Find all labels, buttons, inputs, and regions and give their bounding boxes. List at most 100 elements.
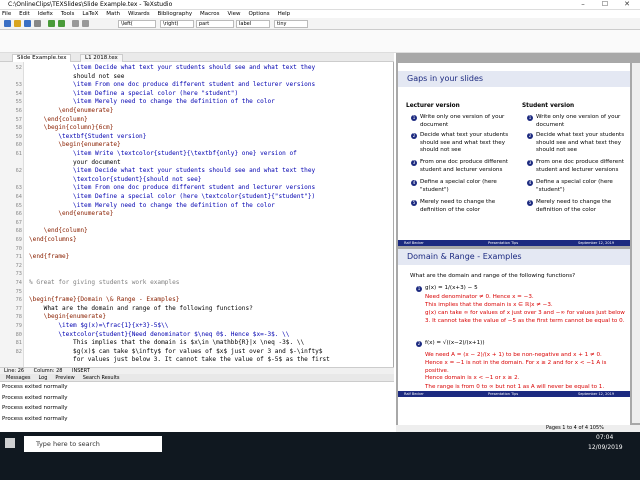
label-select[interactable]: label [236, 20, 270, 28]
menu-wizards[interactable]: Wizards [128, 11, 150, 17]
right-delimiter-select[interactable]: \right) [160, 20, 194, 28]
undo-icon[interactable] [72, 20, 79, 27]
menu-file[interactable]: File [2, 11, 11, 17]
menu-latex[interactable]: LaTeX [82, 11, 98, 17]
code-line[interactable]: 79 \item $g(x)=\frac{1}{x+3}-5$\\ [0, 322, 393, 331]
code-line[interactable]: 66 \end{enumerate} [0, 210, 393, 219]
tab-messages[interactable]: Messages [6, 375, 31, 381]
list-item: 3 From one doc produce different student … [411, 159, 508, 173]
line-number: 57 [15, 116, 22, 123]
code-line[interactable]: 72 [0, 262, 393, 271]
code-line[interactable]: 76 \begin{frame}{Domain \& Range - Exampl… [0, 296, 393, 305]
code-editor[interactable]: 52 \item Decide what text your students … [0, 62, 394, 367]
code-line[interactable]: 65 \item Merely need to change the defin… [0, 202, 393, 211]
code-text: \item $g(x)=\frac{1}{x+3}-5$\\ [29, 322, 169, 329]
code-text: \begin{frame}{Domain \& Range - Examples… [29, 296, 180, 304]
open-file-icon[interactable] [14, 20, 21, 27]
slide-title: Gaps in your slides [398, 71, 630, 87]
code-text: \item From one doc produce different stu… [29, 184, 316, 192]
code-line[interactable]: 53 \item From one doc produce different … [0, 81, 393, 90]
taskbar-search[interactable]: Type here to search [24, 436, 162, 452]
menu-idefix[interactable]: Idefix [38, 11, 53, 17]
line-number: 61 [15, 151, 22, 157]
code-line[interactable]: 77 What are the domain and range of the … [0, 305, 393, 314]
code-line[interactable]: 62 \item Decide what text your students … [0, 167, 393, 176]
line-number: 71 [15, 254, 22, 261]
code-line[interactable]: 74 % Great for giving students work examp… [0, 279, 393, 288]
menu-math[interactable]: Math [106, 11, 120, 17]
code-line[interactable]: 80 \textcolor{student}{Need denominator … [0, 331, 393, 340]
tab-log[interactable]: Log [38, 375, 47, 381]
left-delimiter-select[interactable]: \left( [118, 20, 156, 28]
line-number: 54 [15, 90, 22, 97]
code-line[interactable]: 75 [0, 288, 393, 297]
preview-status: Pages 1 to 4 of 4 105% [396, 425, 640, 432]
windows-start-icon[interactable] [5, 438, 15, 448]
code-line[interactable]: 70 [0, 245, 393, 254]
code-line[interactable]: should not see [0, 72, 393, 82]
code-line[interactable]: 81 This implies that the domain is $x\in… [0, 339, 393, 348]
lecturer-heading: Lecturer version [406, 103, 460, 109]
minimize-button[interactable]: – [572, 0, 594, 8]
code-line[interactable]: 63 \item From one doc produce different … [0, 184, 393, 193]
menu-options[interactable]: Options [248, 11, 269, 17]
code-line[interactable]: 73 [0, 270, 393, 279]
code-line[interactable]: 69 \end{columns} [0, 236, 393, 245]
line-number: 75 [15, 288, 22, 295]
save-icon[interactable] [24, 20, 31, 27]
tab-search-results[interactable]: Search Results [83, 375, 120, 381]
code-line[interactable]: for values just below 3. It cannot take … [0, 356, 393, 365]
menu-bibliography[interactable]: Bibliography [158, 11, 193, 17]
code-line[interactable]: 52 \item Decide what text your students … [0, 64, 393, 73]
code-line[interactable]: 71 \end{frame} [0, 253, 393, 262]
code-line[interactable]: your document [0, 159, 393, 168]
tab-l1-2018[interactable]: L1 2018.tex [80, 54, 123, 62]
tab-preview[interactable]: Preview [55, 375, 74, 381]
font-size-select[interactable]: tiny [274, 20, 308, 28]
code-line[interactable]: 60 \begin{enumerate} [0, 141, 393, 150]
menu-macros[interactable]: Macros [200, 11, 220, 17]
menu-tools[interactable]: Tools [61, 11, 75, 17]
preview-scrollbar[interactable] [632, 63, 640, 423]
message-line: Process exited normally [2, 384, 68, 390]
code-line[interactable]: 54 \item Define a special color (here "s… [0, 89, 393, 99]
line-number: 64 [15, 194, 22, 200]
pdf-preview[interactable]: Gaps in your slides Lecturer version Stu… [396, 53, 640, 425]
save-all-icon[interactable] [34, 20, 41, 27]
code-text: \item Write \textcolor{student}{\textbf{… [29, 150, 297, 157]
message-tabs: Messages Log Preview Search Results [0, 374, 394, 382]
code-line[interactable]: 68 \end{column} [0, 227, 393, 236]
code-text: \end{enumerate} [29, 210, 114, 218]
menu-view[interactable]: View [227, 11, 240, 17]
tab-slide-example[interactable]: Slide Example.tex [12, 54, 72, 62]
code-text: % Great for giving students work example… [29, 279, 180, 286]
message-line: Process exited normally [2, 415, 68, 422]
redo-icon[interactable] [82, 20, 89, 27]
new-file-icon[interactable] [4, 20, 11, 27]
close-button[interactable]: ✕ [616, 0, 638, 8]
code-text: \end{column} [29, 227, 88, 235]
code-line[interactable]: 57 \end{column} [0, 116, 393, 125]
code-text: should not see [29, 72, 125, 80]
slide-question: What are the domain and range of the fol… [410, 273, 576, 279]
code-line[interactable]: \textcolor{student}{should not see} [0, 176, 393, 185]
structure-select[interactable]: part [196, 20, 234, 28]
line-number: 72 [15, 262, 22, 269]
code-line[interactable]: 64 \item Define a special color (here \t… [0, 193, 393, 202]
menu-edit[interactable]: Edit [19, 11, 30, 17]
code-line[interactable]: 59 \textbf{Student version} [0, 133, 393, 142]
compile-icon[interactable] [48, 20, 55, 27]
maximize-button[interactable]: ☐ [594, 0, 616, 8]
code-line[interactable]: 55 \item Merely need to change the defin… [0, 98, 393, 107]
view-pdf-icon[interactable] [58, 20, 65, 27]
menu-help[interactable]: Help [278, 11, 291, 17]
code-line[interactable]: 61 \item Write \textcolor{student}{\text… [0, 150, 393, 159]
code-text: \item Define a special color (here "stud… [29, 89, 239, 97]
code-line[interactable]: 58 \begin{column}{6cm} [0, 124, 393, 133]
answer-text: Hence x = −1 is not in the domain. For x… [425, 360, 607, 374]
code-line[interactable]: 56 \end{enumerate} [0, 107, 393, 116]
code-text: \begin{enumerate} [29, 313, 107, 321]
code-line[interactable]: 78 \begin{enumerate} [0, 313, 393, 322]
code-line[interactable]: 67 [0, 219, 393, 228]
code-line[interactable]: 82 $g(x)$ can take $\infty$ for values o… [0, 348, 393, 357]
